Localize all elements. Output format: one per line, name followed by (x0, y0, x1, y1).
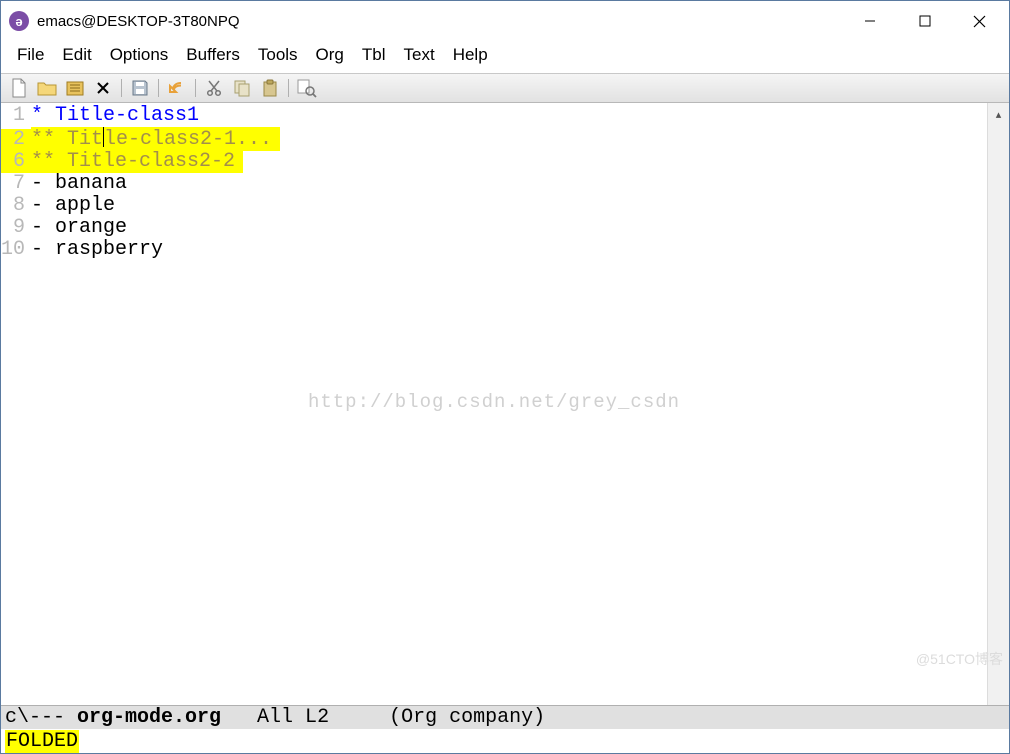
menu-help[interactable]: Help (445, 43, 496, 67)
modeline-buffer-name: org-mode.org (77, 706, 221, 729)
line-content[interactable]: - orange (31, 217, 127, 239)
line-number: 1 (1, 105, 31, 127)
line-number: 8 (1, 195, 31, 217)
line-number: 7 (1, 173, 31, 195)
line-content[interactable]: - banana (31, 173, 127, 195)
toolbar (1, 73, 1009, 103)
titlebar: ə emacs@DESKTOP-3T80NPQ (1, 1, 1009, 41)
menu-org[interactable]: Org (308, 43, 352, 67)
minibuffer[interactable]: FOLDED (1, 729, 1009, 753)
editor-line[interactable]: 6** Title-class2-2 (1, 151, 987, 173)
line-number: 2 (1, 129, 31, 151)
new-file-icon[interactable] (7, 76, 31, 100)
text-buffer[interactable]: http://blog.csdn.net/grey_csdn 1* Title-… (1, 103, 987, 705)
menu-tbl[interactable]: Tbl (354, 43, 394, 67)
scroll-up-icon[interactable]: ▴ (988, 103, 1009, 125)
line-number: 9 (1, 217, 31, 239)
directory-icon[interactable] (63, 76, 87, 100)
save-icon[interactable] (128, 76, 152, 100)
line-content[interactable]: * Title-class1 (31, 105, 199, 127)
menu-file[interactable]: File (9, 43, 52, 67)
editor-line[interactable]: 10- raspberry (1, 239, 987, 261)
vertical-scrollbar[interactable]: ▴ (987, 103, 1009, 705)
menubar: File Edit Options Buffers Tools Org Tbl … (1, 41, 1009, 73)
open-folder-icon[interactable] (35, 76, 59, 100)
emacs-icon: ə (9, 11, 29, 31)
editor-line[interactable]: 9- orange (1, 217, 987, 239)
toolbar-separator (121, 79, 122, 97)
window-controls (842, 3, 1007, 39)
line-content[interactable]: - raspberry (31, 239, 163, 261)
menu-buffers[interactable]: Buffers (178, 43, 248, 67)
toolbar-separator (158, 79, 159, 97)
menu-text[interactable]: Text (396, 43, 443, 67)
undo-icon[interactable] (165, 76, 189, 100)
mode-line[interactable]: c\--- org-mode.org All L2 (Org company) (1, 705, 1009, 729)
copy-icon[interactable] (230, 76, 254, 100)
menu-tools[interactable]: Tools (250, 43, 306, 67)
close-button[interactable] (952, 3, 1007, 39)
line-number: 6 (1, 151, 31, 173)
search-icon[interactable] (295, 76, 319, 100)
editor-line[interactable]: 2** Title-class2-1... (1, 127, 987, 151)
editor-line[interactable]: 8- apple (1, 195, 987, 217)
minimize-button[interactable] (842, 3, 897, 39)
editor-line[interactable]: 7- banana (1, 173, 987, 195)
paste-icon[interactable] (258, 76, 282, 100)
cut-icon[interactable] (202, 76, 226, 100)
modeline-info: All L2 (Org company) (221, 706, 545, 729)
editor-area: http://blog.csdn.net/grey_csdn 1* Title-… (1, 103, 1009, 705)
window-title: emacs@DESKTOP-3T80NPQ (37, 13, 240, 30)
minibuffer-message: FOLDED (5, 730, 79, 753)
menu-edit[interactable]: Edit (54, 43, 99, 67)
modeline-coding: c\--- (5, 706, 77, 729)
line-content[interactable]: - apple (31, 195, 115, 217)
app-window: ə emacs@DESKTOP-3T80NPQ File Edit Option… (0, 0, 1010, 754)
line-content[interactable]: ** Title-class2-1... (31, 127, 280, 151)
close-icon[interactable] (91, 76, 115, 100)
toolbar-separator (288, 79, 289, 97)
watermark-text: http://blog.csdn.net/grey_csdn (308, 391, 680, 413)
maximize-button[interactable] (897, 3, 952, 39)
editor-line[interactable]: 1* Title-class1 (1, 105, 987, 127)
line-content[interactable]: ** Title-class2-2 (31, 151, 243, 173)
toolbar-separator (195, 79, 196, 97)
menu-options[interactable]: Options (102, 43, 177, 67)
text-cursor (103, 127, 104, 147)
line-number: 10 (1, 239, 31, 261)
